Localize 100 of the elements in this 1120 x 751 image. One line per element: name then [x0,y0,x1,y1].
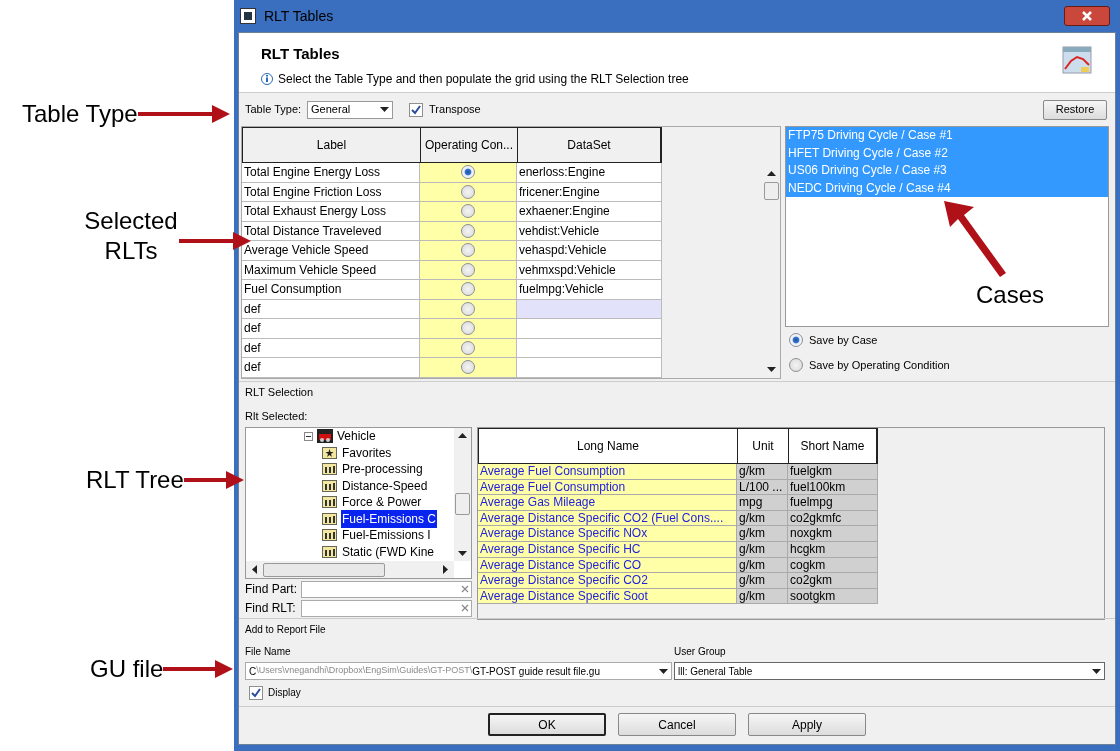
radio-button[interactable] [461,204,475,219]
radio-button[interactable] [461,301,475,316]
dialog-heading: RLT Tables [261,44,341,64]
radio-button[interactable] [461,165,475,180]
table-type-dropdown[interactable]: General [307,100,394,119]
radio-button[interactable] [789,358,803,372]
table-cell: fuelmpg [788,495,878,511]
rlt-folder-icon [322,512,337,525]
scroll-thumb[interactable] [263,562,385,577]
rlt-folder-icon [322,463,337,476]
restore-button[interactable]: Restore [1043,99,1107,120]
radio-label: Save by Case [809,332,878,348]
search-field[interactable] [301,599,472,617]
search-field[interactable] [301,580,472,598]
clear-icon[interactable] [461,585,469,593]
scroll-up-icon[interactable] [767,171,776,176]
table-cell: co2gkm [788,573,878,589]
rlt-folder-icon [322,545,337,558]
checkbox[interactable] [409,102,424,117]
radio-button[interactable] [789,333,803,347]
scrollbar[interactable] [246,561,454,578]
dialog-button[interactable]: Apply [748,713,866,736]
table-cell: def [242,319,420,339]
dropdown-arrow-icon[interactable] [380,107,390,112]
annotation-label: Selected RLTs [83,206,179,266]
column-header[interactable]: Short Name [789,429,877,463]
tree-item[interactable]: Force & Power [341,493,423,512]
tree-item[interactable]: Fuel-Emissions C [341,509,438,528]
table-cell: enerloss:Engine [517,163,662,183]
field-label: User Group [674,645,727,659]
table-cell: fuelmpg:Vehicle [517,280,662,300]
window-title: RLT Tables [264,6,334,26]
file-name-dropdown[interactable]: C\Users\vnegandhi\Dropbox\EngSim\Guides\GT-POST\GT-POST guide result file.gu [245,662,672,680]
radio-button[interactable] [461,340,475,355]
radio-button[interactable] [461,321,475,336]
table-cell: Total Engine Energy Loss [242,163,420,183]
radio-button[interactable] [461,360,475,375]
tree-item[interactable]: Distance-Speed [341,476,429,495]
section-title: RLT Selection [245,385,315,400]
table-cell: def [242,299,420,319]
path-text: GT-POST guide result file.gu [472,664,600,679]
field-label: File Name [245,645,292,659]
find-label: Find RLT: [245,600,297,617]
scrollbar[interactable] [454,428,471,561]
annotation-label: RLT Tree [86,465,184,495]
rlt-folder-icon [322,529,337,542]
dropdown-arrow-icon[interactable] [659,668,668,674]
tree-item[interactable]: Fuel-Emissions I [341,526,432,545]
table-cell: exhaener:Engine [517,202,662,222]
scroll-down-icon[interactable] [458,551,467,556]
table-cell: vehaspd:Vehicle [517,241,662,261]
arrow-icon [137,105,230,123]
radio-button[interactable] [461,243,475,258]
collapse-icon[interactable] [304,431,313,441]
scroll-thumb[interactable] [455,493,470,515]
scroll-thumb[interactable] [764,182,779,200]
table-cell: Average Distance Specific CO2 [478,573,737,589]
scroll-up-icon[interactable] [458,433,467,438]
transpose-label: Transpose [429,102,481,118]
annotation-label: Table Type [22,99,138,129]
info-text: Select the Table Type and then populate the grid using the RLT Selection tree [278,70,689,88]
star-folder-icon [322,446,337,459]
radio-button[interactable] [461,262,475,277]
table-cell: Total Engine Friction Loss [242,182,420,202]
table-cell: def [242,358,420,378]
tree-item[interactable]: Favorites [341,443,393,462]
scroll-right-icon[interactable] [443,565,448,574]
radio-button[interactable] [461,282,475,297]
dialog-button[interactable]: OK [488,713,606,736]
display-label: Display [268,686,301,700]
tree-item[interactable]: Vehicle [337,428,376,446]
tree-item[interactable]: Static (FWD Kine [341,542,435,561]
scroll-left-icon[interactable] [252,565,257,574]
radio-button[interactable] [461,184,475,199]
user-group-dropdown[interactable]: lll: General Table [674,662,1105,680]
table-cell: g/km [737,526,788,542]
rlt-folder-icon [322,479,337,492]
table-chart-icon [1061,43,1093,75]
radio-button[interactable] [461,223,475,238]
table-cell: mpg [737,495,788,511]
table-cell: Average Vehicle Speed [242,241,420,261]
table-cell: Total Exhaust Energy Loss [242,202,420,222]
scroll-down-icon[interactable] [767,367,776,372]
table-cell: Average Gas Mileage [478,495,737,511]
column-header[interactable]: Unit [738,429,789,463]
dialog-button[interactable]: Cancel [618,713,736,736]
arrow-icon [163,660,234,678]
dropdown-arrow-icon[interactable] [1092,668,1101,674]
checkbox[interactable] [249,685,263,700]
column-header[interactable]: Long Name [479,429,738,463]
table-cell: Fuel Consumption [242,280,420,300]
close-button[interactable] [1064,6,1110,26]
table-cell: Maximum Vehicle Speed [242,260,420,280]
table-cell: vehdist:Vehicle [517,221,662,241]
table-cell: g/km [737,464,788,480]
tree-item[interactable]: Pre-processing [341,460,424,479]
table-cell: vehmxspd:Vehicle [517,260,662,280]
clear-icon[interactable] [461,604,469,612]
table-cell: fricener:Engine [517,182,662,202]
rlt-folder-icon [322,496,337,509]
